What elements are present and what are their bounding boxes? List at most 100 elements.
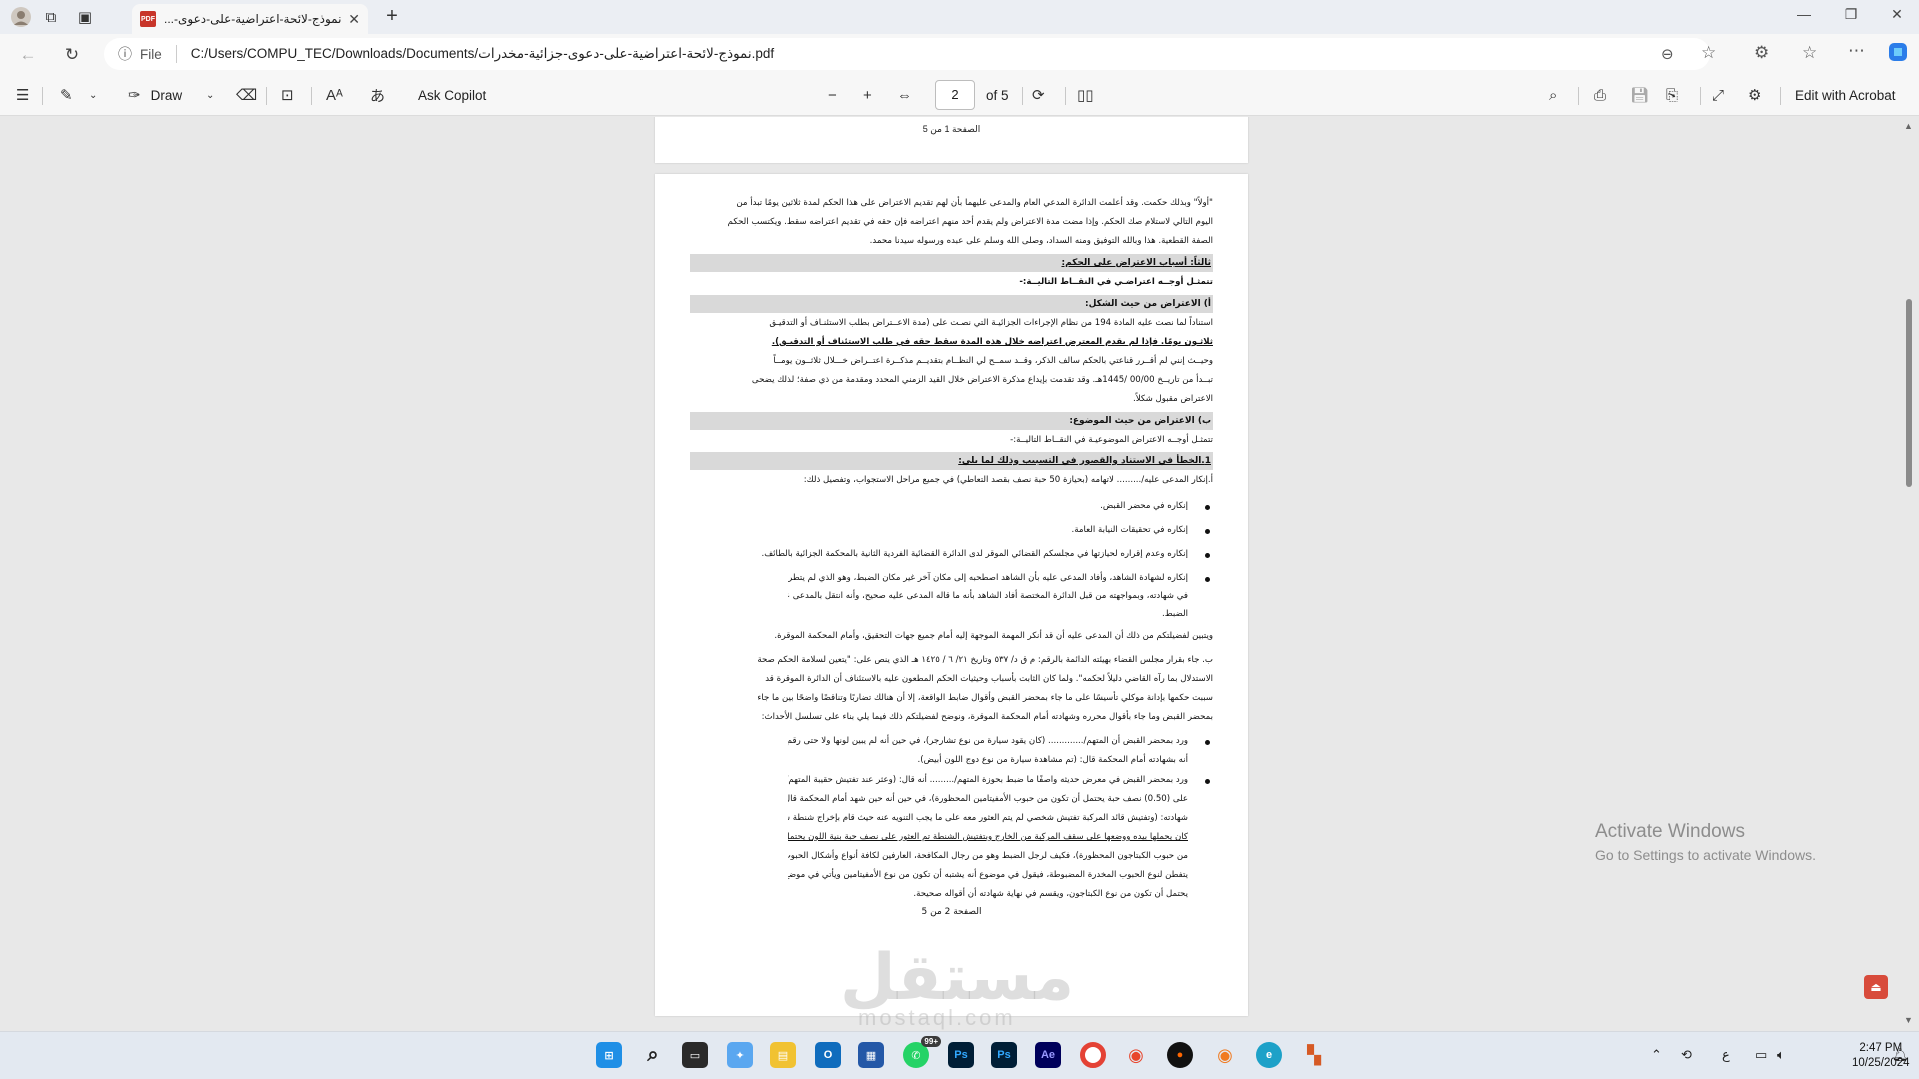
zoom-icon[interactable]: ⊖: [1661, 45, 1674, 63]
pdf-settings-icon[interactable]: ⚙: [1748, 84, 1761, 106]
translate-icon[interactable]: あ: [370, 84, 385, 106]
draw-button[interactable]: ✑ Draw: [128, 84, 182, 106]
minimize-button[interactable]: —: [1789, 6, 1819, 22]
edit-acrobat-label: Edit with Acrobat: [1795, 87, 1896, 103]
restore-button[interactable]: ❐: [1836, 6, 1866, 23]
highlight-icon[interactable]: ✎: [60, 84, 73, 106]
url-text[interactable]: C:/Users/COMPU_TEC/Downloads/Documents/ن…: [191, 46, 774, 62]
refresh-button[interactable]: ↻: [60, 43, 84, 67]
file-explorer-icon[interactable]: ▤: [770, 1042, 796, 1068]
notifications-icon[interactable]: 🔔︎: [1892, 1047, 1909, 1063]
scroll-up-icon[interactable]: ▲: [1904, 121, 1913, 131]
text-line: الصفة القطعية. هذا وبالله التوفيق ومنه ا…: [869, 236, 1213, 246]
search-icon[interactable]: ⌕: [1549, 84, 1557, 106]
close-tab-icon[interactable]: ✕: [348, 11, 360, 28]
site-info-icon[interactable]: ⓘ: [118, 44, 132, 64]
fullscreen-icon[interactable]: ⤢: [1712, 84, 1724, 106]
mostaql-url-watermark: mostaql.com: [858, 1005, 1016, 1030]
page-number-input[interactable]: 2: [935, 80, 975, 110]
fit-width-icon[interactable]: ⇔: [897, 84, 912, 106]
sync-icon[interactable]: ⟲: [1681, 1047, 1692, 1063]
acrobat-icon[interactable]: ⏏: [1864, 975, 1888, 999]
read-aloud-icon[interactable]: Aᴬ: [326, 84, 343, 106]
chrome-icon[interactable]: [1080, 1042, 1106, 1068]
eraser-icon[interactable]: ⌫: [236, 84, 257, 106]
pdf-page-1: الصفحة 1 من 5: [655, 117, 1248, 163]
text-box-icon[interactable]: ⊡: [281, 84, 294, 106]
rotate-icon[interactable]: ⟳: [1032, 84, 1045, 106]
taskbar-search-icon[interactable]: ⌕: [640, 1042, 666, 1068]
section-heading: ب) الاعتراض من حيث الموضوع:: [690, 412, 1213, 430]
scroll-down-icon[interactable]: ▼: [1904, 1015, 1913, 1025]
file-scheme-label: File: [140, 46, 162, 62]
input-language[interactable]: ع: [1722, 1047, 1730, 1063]
bullet-text: يحتمل أن تكون من نوع الكبتاجون، ويقسم في…: [913, 889, 1188, 899]
photoshop-alt-icon[interactable]: Ps: [991, 1042, 1017, 1068]
copilot-icon[interactable]: [1888, 42, 1908, 66]
scrollbar-thumb[interactable]: [1906, 299, 1912, 487]
pdf-viewer[interactable]: الصفحة 1 من 5 "أولاً" وبذلك حكمت. وقد أع…: [4, 117, 1915, 1029]
back-button[interactable]: ←: [16, 43, 40, 67]
bullet: [1205, 740, 1210, 745]
whatsapp-icon[interactable]: ✆ 99+: [903, 1036, 941, 1068]
tray-overflow-icon[interactable]: ⌃: [1651, 1047, 1662, 1063]
start-icon[interactable]: ⊞: [596, 1042, 622, 1068]
bullet-text: إنكاره لشهادة الشاهد، وأفاد المدعى عليه …: [788, 573, 1188, 583]
pdf-file-icon: PDF: [140, 11, 156, 27]
bullet-text: ورد بمحضر القبض أن المتهم/............. …: [788, 736, 1188, 746]
volume-icon[interactable]: 🔈︎: [1777, 1047, 1785, 1063]
ask-copilot-button[interactable]: Ask Copilot: [418, 84, 486, 106]
address-bar[interactable]: ⓘ File C:/Users/COMPU_TEC/Downloads/Docu…: [104, 38, 1710, 70]
zoom-out-icon[interactable]: −: [828, 84, 837, 106]
tab-strip: ⧉ ▣ PDF نموذج-لائحة-اعتراضية-على-دعوى-..…: [0, 0, 1919, 34]
task-view-icon[interactable]: ▭: [682, 1042, 708, 1068]
edit-with-acrobat-button[interactable]: Edit with Acrobat: [1795, 84, 1896, 106]
obs-icon[interactable]: ●: [1167, 1042, 1193, 1068]
print-icon[interactable]: ⎙: [1594, 84, 1606, 106]
contents-icon[interactable]: ☰: [16, 84, 29, 106]
blender-alt-icon[interactable]: ◉: [1212, 1042, 1238, 1068]
settings-more-icon[interactable]: ⋯: [1848, 41, 1865, 61]
page-view-icon[interactable]: ▯▯: [1077, 84, 1094, 106]
photoshop-icon[interactable]: Ps: [948, 1042, 974, 1068]
tab-actions-icon[interactable]: ▣: [74, 6, 96, 28]
navigation-bar: ← ↻ ⓘ File C:/Users/COMPU_TEC/Downloads/…: [0, 34, 1919, 74]
close-window-button[interactable]: ✕: [1882, 6, 1912, 23]
bullet-text: أنه بشهادته أمام المحكمة قال: (تم مشاهدة…: [917, 755, 1188, 765]
save-as-icon[interactable]: ⎘: [1666, 84, 1678, 106]
text-line: تتمثـل أوجــه اعتراضـي في النقــاط التال…: [1019, 277, 1213, 287]
save-icon[interactable]: 💾︎: [1630, 84, 1649, 106]
text-line: سببت حكمها بإدانة موكلي تأسيسًا على ما ج…: [757, 693, 1213, 703]
toolbar-divider: [311, 87, 312, 105]
text-line: ثلاثـون يومًا. فإذا لم يقدم المعترض اعتر…: [771, 337, 1213, 347]
new-tab-button[interactable]: +: [380, 5, 404, 28]
bullet-text: يتفطن لنوع الحبوب المخدرة المضبوطة، فيقو…: [788, 870, 1188, 880]
network-icon[interactable]: ▭: [1755, 1047, 1767, 1063]
tab-title: نموذج-لائحة-اعتراضية-على-دعوى-...: [164, 12, 342, 26]
calculator-icon[interactable]: ▦: [858, 1042, 884, 1068]
text-line: ويتبين لفضيلتكم من ذلك أن المدعى عليه أن…: [774, 631, 1213, 641]
pdf-page-2: "أولاً" وبذلك حكمت. وقد أعلمت الدائرة ال…: [655, 174, 1248, 1016]
page-footer: الصفحة 2 من 5: [921, 907, 982, 917]
collections-icon[interactable]: ⧉: [40, 6, 62, 28]
zoom-in-icon[interactable]: +: [863, 84, 872, 106]
after-effects-icon[interactable]: Ae: [1035, 1042, 1061, 1068]
draw-dropdown-icon[interactable]: ⌄: [206, 84, 214, 106]
bullet-text: إنكاره في تحقيقات النيابة العامة.: [1071, 525, 1188, 535]
copilot-taskbar-icon[interactable]: ✦: [727, 1042, 753, 1068]
archive-icon[interactable]: ▚: [1301, 1042, 1327, 1068]
favorite-star-icon[interactable]: ☆: [1701, 43, 1716, 63]
section-heading: أ) الاعتراض من حيث الشكل:: [690, 295, 1213, 313]
highlight-dropdown-icon[interactable]: ⌄: [89, 84, 97, 106]
extensions-icon[interactable]: ⚙: [1754, 43, 1769, 63]
pdf-toolbar: ☰ ✎ ⌄ ✑ Draw ⌄ ⌫ ⊡ Aᴬ あ Ask Copilot − + …: [0, 74, 1919, 116]
tab-active-pdf[interactable]: PDF نموذج-لائحة-اعتراضية-على-دعوى-... ✕: [132, 4, 368, 34]
text-line: وحيــث إنني لم أقــرر قناعتي بالحكم سالف…: [773, 356, 1213, 366]
profile-avatar-icon[interactable]: [10, 6, 32, 28]
outlook-icon[interactable]: O: [815, 1042, 841, 1068]
edge-icon[interactable]: e: [1256, 1042, 1282, 1068]
vertical-scrollbar[interactable]: ▲ ▼: [1902, 117, 1915, 1029]
blender-icon[interactable]: ◉: [1123, 1042, 1149, 1068]
favorites-icon[interactable]: ☆: [1802, 43, 1817, 63]
mostaql-watermark: مستقل: [840, 941, 1075, 1013]
